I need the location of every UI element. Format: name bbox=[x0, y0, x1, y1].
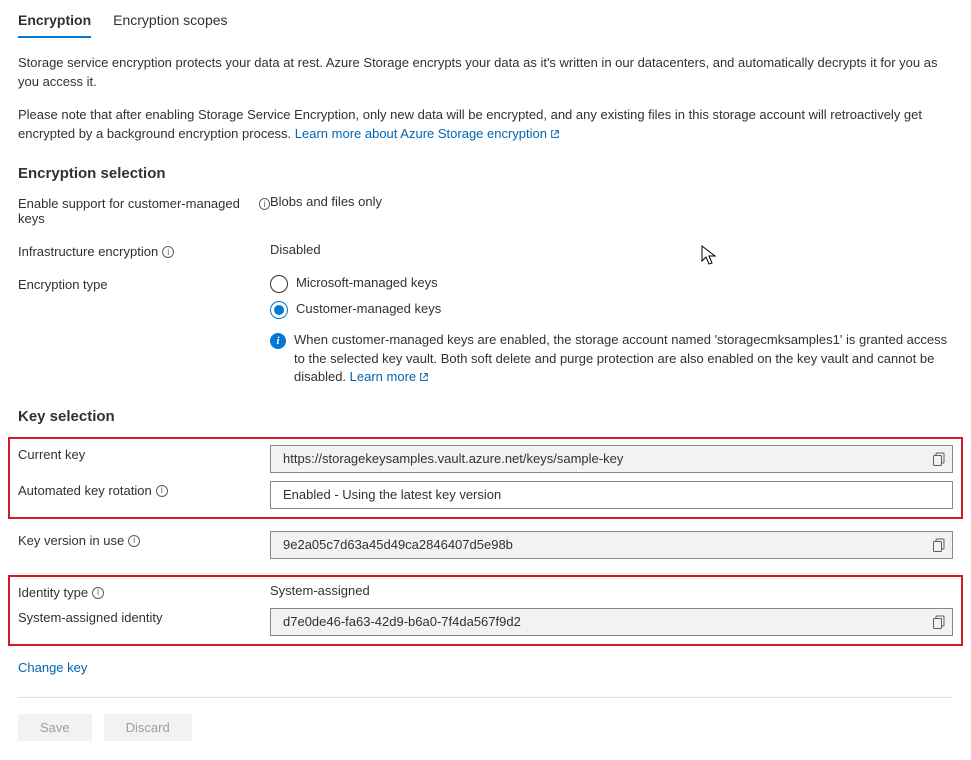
radio-icon bbox=[270, 301, 288, 319]
field-current-key bbox=[270, 445, 953, 473]
intro-paragraph-2: Please note that after enabling Storage … bbox=[18, 106, 953, 144]
input-key-version[interactable] bbox=[281, 536, 926, 553]
info-icon[interactable]: i bbox=[156, 485, 168, 497]
highlight-identity: Identity type i System-assigned System-a… bbox=[8, 575, 963, 646]
heading-encryption-selection: Encryption selection bbox=[18, 165, 953, 182]
value-cmk-support: Blobs and files only bbox=[270, 194, 953, 209]
tab-encryption-scopes[interactable]: Encryption scopes bbox=[113, 6, 227, 38]
input-current-key[interactable] bbox=[281, 450, 926, 467]
learn-more-cmk-link[interactable]: Learn more bbox=[350, 369, 429, 384]
tab-encryption[interactable]: Encryption bbox=[18, 6, 91, 38]
copy-icon[interactable] bbox=[932, 452, 946, 466]
radio-label: Customer-managed keys bbox=[296, 301, 441, 316]
info-icon[interactable]: i bbox=[259, 198, 270, 210]
field-rotation[interactable] bbox=[270, 481, 953, 509]
intro-paragraph-1: Storage service encryption protects your… bbox=[18, 54, 953, 92]
field-sys-identity bbox=[270, 608, 953, 636]
input-sys-identity[interactable] bbox=[281, 613, 926, 630]
info-icon[interactable]: i bbox=[92, 587, 104, 599]
value-infra-encryption: Disabled bbox=[270, 242, 953, 257]
divider bbox=[18, 697, 953, 698]
learn-more-encryption-link[interactable]: Learn more about Azure Storage encryptio… bbox=[295, 126, 560, 141]
info-icon[interactable]: i bbox=[162, 246, 174, 258]
input-rotation[interactable] bbox=[281, 486, 946, 503]
label-identity-type: Identity type bbox=[18, 585, 88, 600]
tabs: Encryption Encryption scopes bbox=[18, 0, 953, 38]
label-cmk-support: Enable support for customer-managed keys bbox=[18, 196, 255, 226]
discard-button[interactable]: Discard bbox=[104, 714, 192, 741]
info-icon[interactable]: i bbox=[128, 535, 140, 547]
label-sys-identity: System-assigned identity bbox=[18, 610, 163, 625]
heading-key-selection: Key selection bbox=[18, 408, 953, 425]
radio-customer-managed[interactable]: Customer-managed keys bbox=[270, 301, 953, 319]
label-encryption-type: Encryption type bbox=[18, 277, 108, 292]
cmk-note: When customer-managed keys are enabled, … bbox=[294, 331, 953, 386]
highlight-key-rotation: Current key Automated key rotation i bbox=[8, 437, 963, 519]
copy-icon[interactable] bbox=[932, 615, 946, 629]
value-identity-type: System-assigned bbox=[270, 583, 953, 598]
label-rotation: Automated key rotation bbox=[18, 483, 152, 498]
save-button[interactable]: Save bbox=[18, 714, 92, 741]
radio-label: Microsoft-managed keys bbox=[296, 275, 438, 290]
field-key-version bbox=[270, 531, 953, 559]
label-current-key: Current key bbox=[18, 447, 85, 462]
external-link-icon bbox=[419, 372, 429, 382]
label-infra-encryption: Infrastructure encryption bbox=[18, 244, 158, 259]
change-key-link[interactable]: Change key bbox=[18, 660, 87, 675]
external-link-icon bbox=[550, 129, 560, 139]
label-key-version: Key version in use bbox=[18, 533, 124, 548]
info-icon: i bbox=[270, 333, 286, 349]
copy-icon[interactable] bbox=[932, 538, 946, 552]
radio-microsoft-managed[interactable]: Microsoft-managed keys bbox=[270, 275, 953, 293]
radio-icon bbox=[270, 275, 288, 293]
